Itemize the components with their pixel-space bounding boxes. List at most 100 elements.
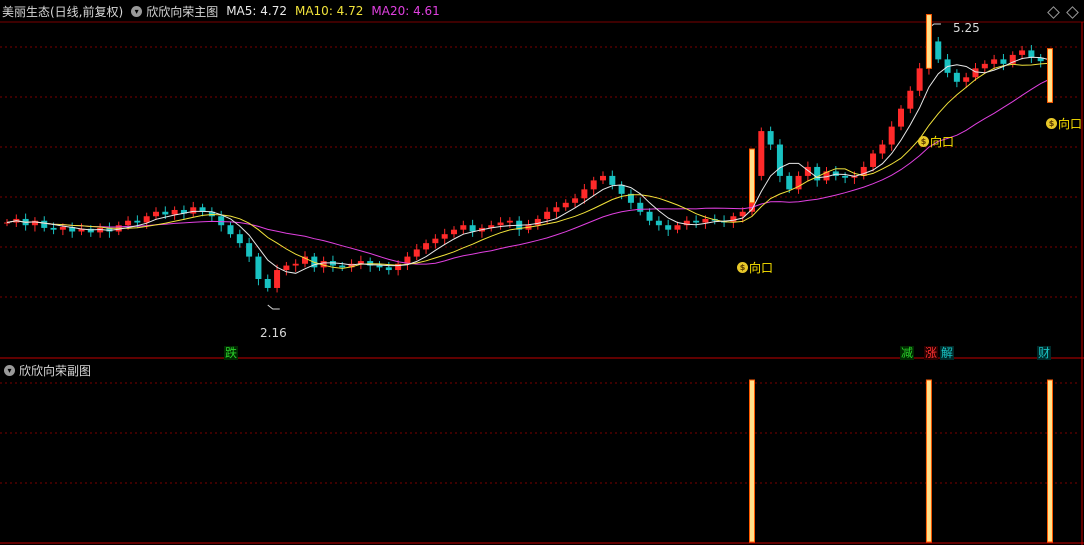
candle-body [776, 144, 783, 176]
candle-body [432, 238, 439, 244]
candle-body [609, 175, 616, 185]
candle-body [255, 256, 262, 280]
candle-body [134, 220, 141, 223]
money-bag-marker: $ 向口 [1046, 115, 1082, 132]
candle-body [842, 175, 849, 178]
candle-body [190, 207, 197, 214]
money-bag-marker: $ 向口 [737, 259, 773, 276]
signal-cai: 财 [1037, 346, 1052, 360]
candle-body [655, 220, 662, 226]
candle-body [469, 225, 476, 232]
ma10-label: MA10: 4.72 [294, 4, 364, 18]
candle-body [171, 209, 178, 215]
ma5-label: MA5: 4.72 [226, 4, 287, 18]
candle-body [385, 267, 392, 271]
ma10-line [6, 62, 1051, 269]
candle-body [1028, 50, 1035, 58]
stock-title: 美丽生态(日线,前复权) [2, 4, 124, 19]
candle-body [898, 108, 904, 127]
candle-body [292, 263, 299, 266]
candle-body [991, 59, 998, 64]
candle-body [339, 265, 346, 268]
candle-body [581, 189, 588, 199]
ma5-line [6, 56, 1051, 274]
signal-die: 跌 [224, 346, 239, 360]
candle-body [153, 211, 159, 217]
chevron-down-icon[interactable]: ▾ [4, 365, 15, 376]
candle-body [218, 216, 225, 226]
candle-body [553, 207, 560, 212]
candle-body [283, 265, 290, 271]
money-bag-label: 向口 [1058, 117, 1083, 131]
chart-header: 美丽生态(日线,前复权) ▾ 欣欣向荣主图 MA5: 4.72 MA10: 4.… [2, 3, 440, 19]
chevron-down-icon[interactable]: ▾ [131, 5, 143, 17]
candle-body [506, 220, 513, 223]
candle-body [767, 131, 774, 145]
signal-candle-highlight [1047, 48, 1053, 103]
money-bag-marker: $ 向口 [918, 133, 954, 150]
candle-body [786, 175, 793, 190]
candle-body [236, 234, 243, 244]
candle-body [907, 90, 914, 109]
high-price-label: 5.25 [953, 21, 980, 35]
candle-body [460, 225, 467, 230]
money-bag-label: 向口 [930, 135, 955, 149]
candle-body [572, 198, 579, 203]
money-bag-icon: $ [1046, 118, 1057, 129]
low-marker [267, 304, 280, 310]
candle-body [674, 225, 681, 230]
candle-body [1000, 59, 1007, 64]
candle-body [963, 77, 970, 82]
candle-body [693, 220, 700, 223]
candle-body [870, 153, 877, 167]
money-bag-icon: $ [737, 262, 748, 273]
candle-body [413, 249, 420, 257]
signal-zhang: 涨 [924, 346, 939, 360]
candle-body [264, 279, 271, 288]
candle-body [497, 222, 504, 226]
sub-panel-header: ▾ 欣欣向荣副图 [2, 362, 91, 379]
candle-body [935, 41, 942, 60]
candle-body [1019, 50, 1026, 55]
money-bag-label: 向口 [749, 261, 774, 275]
candle-body [162, 211, 169, 215]
signal-jian: 减 [900, 346, 915, 360]
signal-candle-highlight [749, 148, 755, 204]
candle-body [879, 144, 886, 154]
candle-body [702, 218, 709, 223]
candle-body [4, 222, 10, 224]
candle-body [981, 63, 988, 69]
candle-body [972, 68, 979, 78]
candle-body [916, 68, 923, 91]
candle-body [246, 243, 253, 257]
signal-candle-highlight [925, 14, 932, 69]
candle-body [534, 218, 541, 226]
indicator-name[interactable]: 欣欣向荣主图 [146, 3, 218, 20]
candle-body [227, 225, 234, 235]
candle-body [562, 202, 569, 208]
candlestick-chart [0, 14, 1084, 545]
sub-panel-title[interactable]: 欣欣向荣副图 [19, 362, 91, 379]
low-price-label: 2.16 [260, 326, 287, 340]
candle-body [814, 166, 821, 181]
money-bag-icon: $ [918, 136, 929, 147]
candle-body [758, 131, 765, 176]
signal-bar [749, 379, 755, 543]
candle-body [590, 180, 597, 190]
ma20-line [6, 78, 1051, 265]
candle-body [451, 229, 457, 235]
candle-body [665, 225, 672, 230]
signal-bar [925, 379, 932, 543]
candle-body [41, 220, 48, 228]
candle-body [888, 126, 895, 145]
candle-body [50, 227, 57, 230]
candle-body [143, 216, 150, 223]
candle-body [376, 265, 383, 268]
candle-body [618, 184, 625, 194]
candle-body [59, 227, 66, 230]
signal-bar [1047, 379, 1053, 543]
candle-body [125, 220, 132, 226]
candle-body [423, 243, 430, 250]
candle-body [600, 175, 606, 181]
signal-jie: 解 [940, 346, 955, 360]
